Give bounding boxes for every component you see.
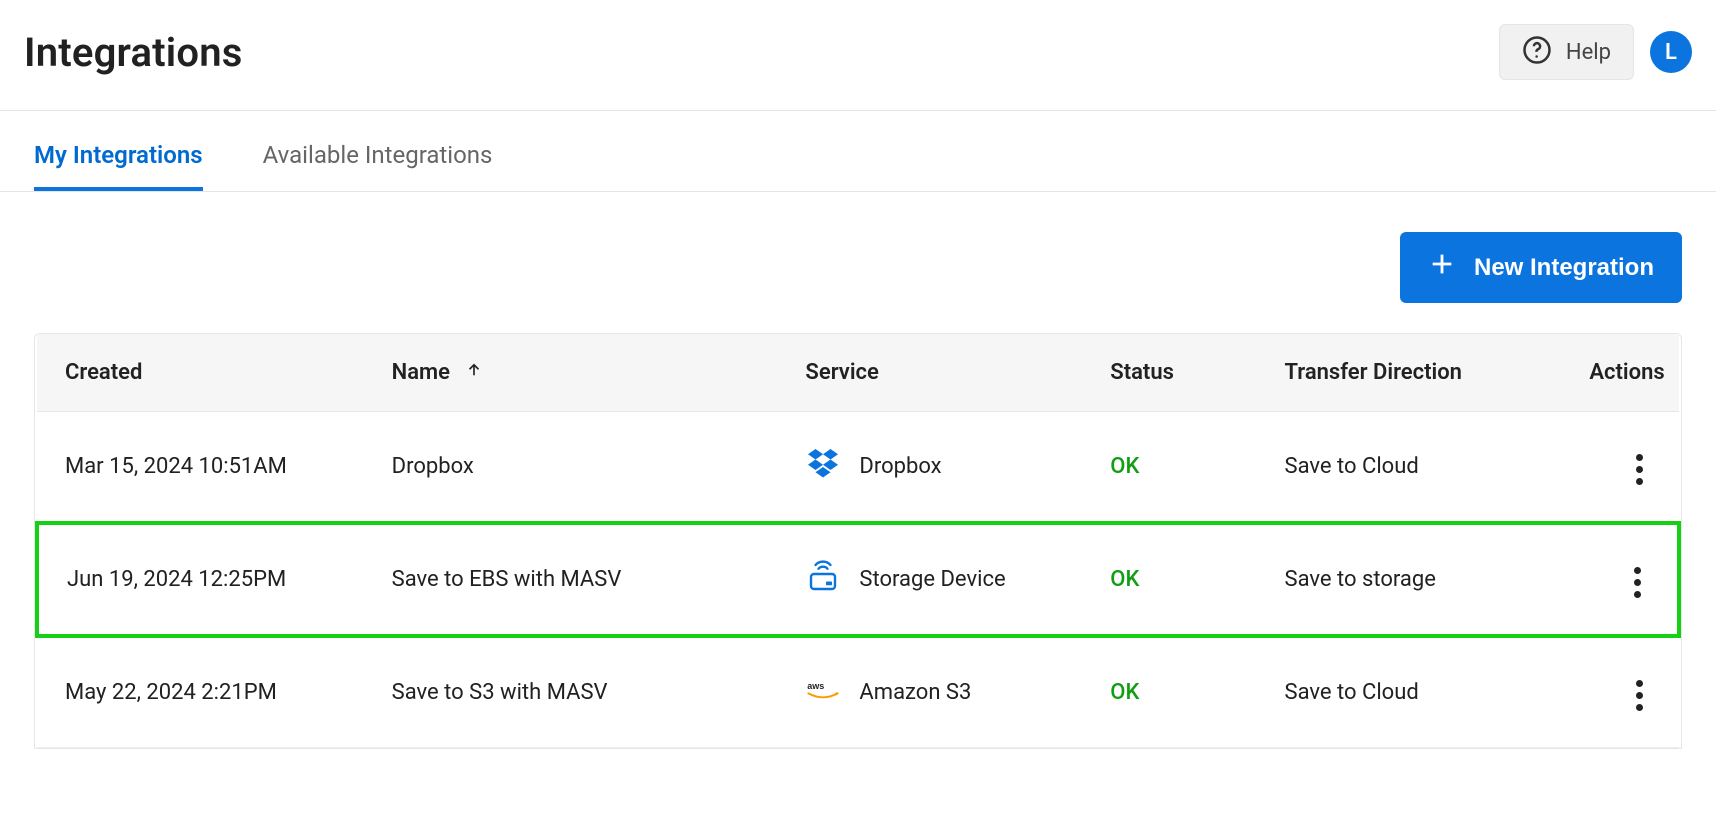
user-avatar[interactable]: L bbox=[1650, 31, 1692, 73]
cell-name: Save to S3 with MASV bbox=[364, 636, 778, 748]
status-badge: OK bbox=[1110, 567, 1139, 592]
storage-device-icon bbox=[805, 559, 841, 601]
table-header-row: Created Name Service Status Transfer Dir… bbox=[37, 334, 1679, 412]
service-label: Dropbox bbox=[859, 454, 941, 479]
toolbar: New Integration bbox=[0, 192, 1716, 333]
cell-name: Dropbox bbox=[364, 412, 778, 524]
cell-created: Mar 15, 2024 10:51AM bbox=[37, 412, 364, 524]
table-row[interactable]: Mar 15, 2024 10:51AM Dropbox Dropbox OK … bbox=[37, 412, 1679, 524]
page-title: Integrations bbox=[24, 29, 243, 76]
topbar: Integrations Help L bbox=[0, 0, 1716, 111]
cell-status: OK bbox=[1082, 636, 1256, 748]
cell-service: Dropbox bbox=[777, 412, 1082, 524]
col-service[interactable]: Service bbox=[777, 334, 1082, 412]
cell-direction: Save to storage bbox=[1257, 523, 1562, 636]
cell-direction: Save to Cloud bbox=[1257, 412, 1562, 524]
cell-direction: Save to Cloud bbox=[1257, 636, 1562, 748]
tabs: My Integrations Available Integrations bbox=[0, 111, 1716, 192]
help-label: Help bbox=[1566, 40, 1611, 65]
cell-service: aws Amazon S3 bbox=[777, 636, 1082, 748]
col-actions: Actions bbox=[1561, 334, 1679, 412]
cell-service: Storage Device bbox=[777, 523, 1082, 636]
col-created[interactable]: Created bbox=[37, 334, 364, 412]
new-integration-label: New Integration bbox=[1474, 254, 1654, 282]
status-badge: OK bbox=[1110, 454, 1139, 479]
plus-icon bbox=[1428, 250, 1456, 285]
col-status-label: Status bbox=[1110, 360, 1174, 385]
new-integration-button[interactable]: New Integration bbox=[1400, 232, 1682, 303]
col-actions-label: Actions bbox=[1589, 360, 1664, 385]
tab-available-integrations[interactable]: Available Integrations bbox=[263, 111, 493, 191]
col-service-label: Service bbox=[805, 360, 878, 385]
integrations-table: Created Name Service Status Transfer Dir… bbox=[34, 333, 1682, 749]
svg-text:aws: aws bbox=[808, 680, 825, 690]
table-row[interactable]: May 22, 2024 2:21PM Save to S3 with MASV… bbox=[37, 636, 1679, 748]
col-name-label: Name bbox=[392, 360, 450, 385]
cell-status: OK bbox=[1082, 523, 1256, 636]
cell-actions bbox=[1561, 412, 1679, 524]
col-direction[interactable]: Transfer Direction bbox=[1257, 334, 1562, 412]
topbar-right: Help L bbox=[1499, 24, 1692, 80]
row-menu-button[interactable] bbox=[1628, 448, 1651, 491]
help-button[interactable]: Help bbox=[1499, 24, 1634, 80]
aws-icon: aws bbox=[805, 672, 841, 714]
cell-created: May 22, 2024 2:21PM bbox=[37, 636, 364, 748]
sort-asc-icon bbox=[465, 360, 483, 385]
row-menu-button[interactable] bbox=[1626, 561, 1649, 604]
table-row[interactable]: Jun 19, 2024 12:25PM Save to EBS with MA… bbox=[37, 523, 1679, 636]
row-menu-button[interactable] bbox=[1628, 674, 1651, 717]
service-label: Amazon S3 bbox=[859, 680, 971, 705]
cell-status: OK bbox=[1082, 412, 1256, 524]
service-label: Storage Device bbox=[859, 567, 1005, 592]
avatar-initial: L bbox=[1665, 40, 1677, 65]
cell-actions bbox=[1561, 636, 1679, 748]
cell-created: Jun 19, 2024 12:25PM bbox=[37, 523, 364, 636]
col-direction-label: Transfer Direction bbox=[1285, 360, 1462, 385]
col-status[interactable]: Status bbox=[1082, 334, 1256, 412]
status-badge: OK bbox=[1110, 680, 1139, 705]
col-created-label: Created bbox=[65, 360, 142, 385]
col-name[interactable]: Name bbox=[364, 334, 778, 412]
tab-my-integrations[interactable]: My Integrations bbox=[34, 111, 203, 191]
help-icon bbox=[1522, 35, 1552, 69]
cell-actions bbox=[1561, 523, 1679, 636]
cell-name: Save to EBS with MASV bbox=[364, 523, 778, 636]
dropbox-icon bbox=[805, 446, 841, 488]
